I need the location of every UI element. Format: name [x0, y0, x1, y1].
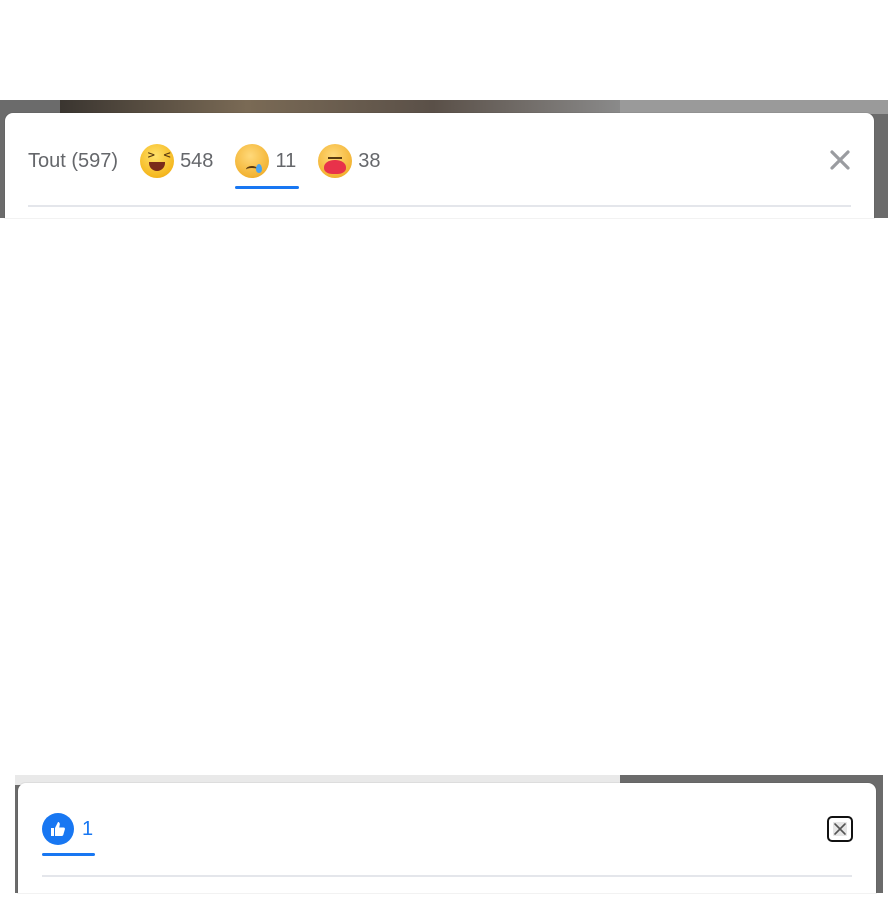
care-emoji-icon — [318, 144, 353, 178]
close-button[interactable] — [826, 146, 854, 174]
background-image-blur — [60, 100, 620, 114]
reactions-dialog-2: 1 — [18, 783, 876, 893]
background-image-blur-right — [620, 100, 888, 114]
reactions-dialog: Tout (597) 548 11 38 — [5, 113, 874, 218]
tab-care-count: 38 — [358, 149, 381, 172]
close-icon — [830, 150, 850, 170]
active-tab-indicator — [235, 186, 300, 189]
reaction-tabs-2: 1 — [42, 809, 115, 856]
close-icon-2 — [833, 822, 847, 836]
tab-sad[interactable]: 11 — [235, 141, 300, 189]
tab-like-count: 1 — [82, 817, 94, 840]
active-tab-indicator-2 — [42, 853, 95, 856]
tab-sad-count: 11 — [275, 149, 297, 172]
tab-all[interactable]: Tout (597) — [28, 141, 118, 181]
haha-emoji-icon — [140, 144, 175, 178]
like-icon — [42, 813, 74, 845]
tab-haha-count: 548 — [180, 149, 214, 172]
tab-care[interactable]: 38 — [318, 141, 380, 181]
tab-like[interactable]: 1 — [42, 809, 95, 856]
sad-emoji-icon — [235, 144, 270, 178]
tabs-divider — [28, 205, 851, 207]
close-button-2[interactable] — [827, 816, 853, 842]
tab-haha[interactable]: 548 — [140, 141, 213, 181]
reaction-tabs: Tout (597) 548 11 38 — [28, 141, 402, 189]
tab-all-label: Tout (597) — [28, 149, 119, 172]
tabs-divider-2 — [42, 875, 852, 877]
